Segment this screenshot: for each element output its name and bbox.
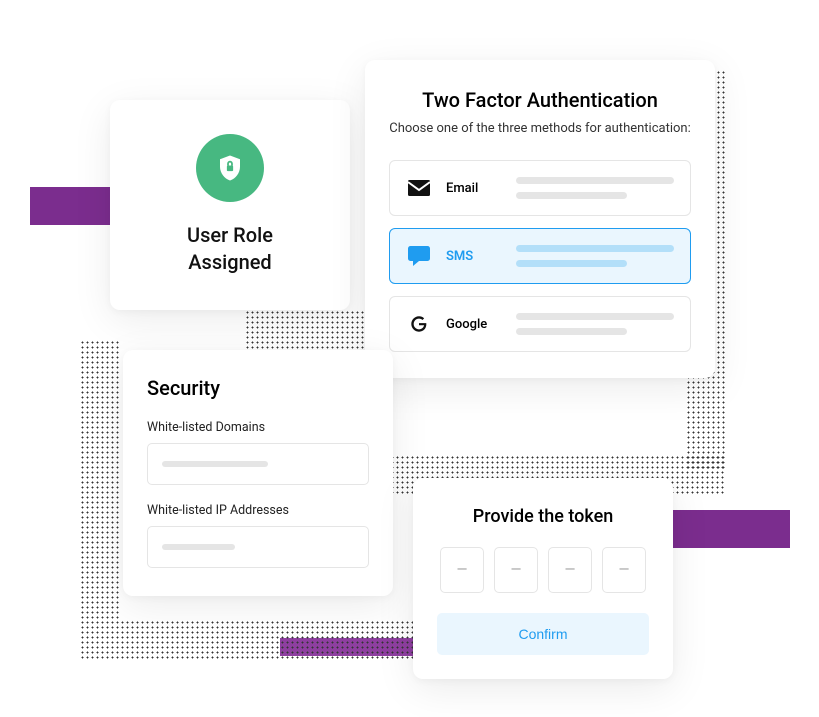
token-digit-input[interactable]: — [602, 547, 646, 593]
decorative-dotted [80, 620, 420, 660]
token-digit-input[interactable]: — [440, 547, 484, 593]
token-title: Provide the token [437, 506, 649, 527]
method-label: Google [446, 317, 502, 332]
whitelist-ip-label: White-listed IP Addresses [147, 503, 369, 518]
user-role-card: User Role Assigned [110, 100, 350, 310]
token-input-group: — — — — [437, 547, 649, 593]
two-factor-title: Two Factor Authentication [389, 88, 691, 112]
google-icon [406, 313, 432, 335]
method-sms[interactable]: SMS [389, 228, 691, 284]
method-placeholder [516, 313, 674, 335]
method-label: Email [446, 181, 502, 196]
token-digit-input[interactable]: — [548, 547, 592, 593]
method-placeholder [516, 177, 674, 199]
token-digit-input[interactable]: — [494, 547, 538, 593]
input-placeholder [162, 461, 268, 467]
input-placeholder [162, 544, 235, 550]
two-factor-card: Two Factor Authentication Choose one of … [365, 60, 715, 378]
whitelist-ip-input[interactable] [147, 526, 369, 568]
email-icon [406, 180, 432, 196]
method-placeholder [516, 245, 674, 267]
method-google[interactable]: Google [389, 296, 691, 352]
confirm-button[interactable]: Confirm [437, 613, 649, 655]
user-role-title: User Role Assigned [187, 222, 273, 276]
security-card: Security White-listed Domains White-list… [123, 350, 393, 596]
sms-icon [406, 246, 432, 266]
whitelist-domains-input[interactable] [147, 443, 369, 485]
method-label: SMS [446, 249, 502, 264]
decorative-dotted [80, 340, 120, 620]
security-title: Security [147, 376, 369, 400]
token-card: Provide the token — — — — Confirm [413, 478, 673, 679]
two-factor-subtitle: Choose one of the three methods for auth… [389, 120, 691, 138]
decorative-dotted [245, 310, 365, 350]
method-email[interactable]: Email [389, 160, 691, 216]
whitelist-domains-label: White-listed Domains [147, 420, 369, 435]
shield-lock-icon [196, 134, 264, 202]
